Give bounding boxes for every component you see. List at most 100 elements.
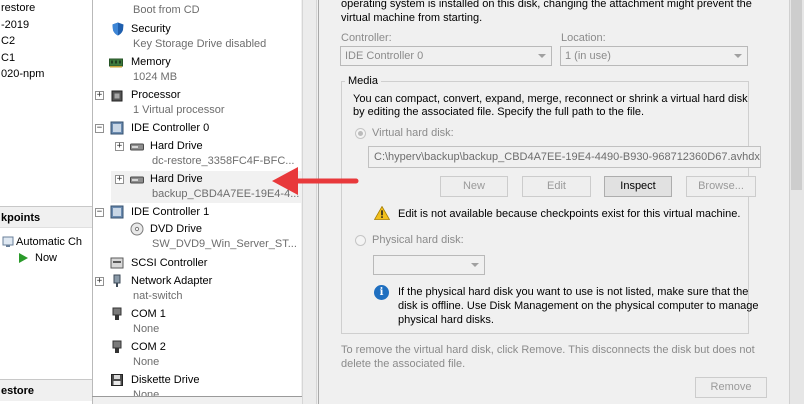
hard-drive-icon (130, 143, 144, 151)
vm-list-item[interactable]: C1 (0, 50, 92, 67)
restore-header: estore (0, 379, 92, 401)
virtual-hard-disk-path[interactable]: C:\hyperv\backup\backup_CBD4A7EE-19E4-44… (368, 146, 761, 168)
hw-item-title: SCSI Controller (131, 257, 208, 269)
hw-item-scsi-controller[interactable]: SCSI Controller (93, 256, 301, 272)
hw-item-diskette-drive[interactable]: Diskette Drive None (93, 373, 301, 396)
hw-item-title: IDE Controller 1 (131, 206, 210, 218)
hw-item-title: COM 1 (131, 308, 166, 320)
hw-item-title: Hard Drive (150, 140, 203, 152)
hw-item-title: Network Adapter (131, 275, 213, 287)
com-port-icon (112, 340, 122, 353)
details-panel: operating system is installed on this di… (318, 0, 790, 404)
physical-info-1: If the physical hard disk you want to us… (398, 286, 749, 298)
intro-text-2: virtual machine from starting. (341, 12, 483, 24)
hw-item-sub: Key Storage Drive disabled (133, 38, 267, 50)
browse-button[interactable]: Browse... (686, 176, 756, 197)
physical-hard-disk-label: Physical hard disk: (372, 234, 464, 246)
expand-icon[interactable]: + (95, 277, 104, 286)
expand-icon[interactable]: + (95, 91, 104, 100)
hw-item-com-1[interactable]: COM 1 None (93, 307, 301, 339)
location-select[interactable]: 1 (in use) (560, 46, 748, 66)
edit-button[interactable]: Edit (522, 176, 591, 197)
chevron-down-icon (471, 263, 479, 267)
hw-item-sub: backup_CBD4A7EE-19E4-4... (152, 188, 300, 200)
hw-item-title: IDE Controller 0 (131, 122, 210, 134)
expand-icon[interactable]: + (115, 175, 124, 184)
hw-item-ide-controller-0[interactable]: − IDE Controller 0 (93, 121, 301, 137)
hw-item-network-adapter[interactable]: + Network Adapter nat-switch (93, 274, 301, 306)
hw-item-sub: None (133, 323, 160, 335)
virtual-hard-disk-path-value: C:\hyperv\backup\backup_CBD4A7EE-19E4-44… (374, 151, 760, 163)
details-scrollbar-thumb[interactable] (791, 0, 802, 190)
dvd-icon (130, 222, 144, 236)
remove-description-1: To remove the virtual hard disk, click R… (341, 344, 755, 356)
media-description-2: by editing the associated file. Specify … (353, 106, 645, 118)
hw-item-com-2[interactable]: COM 2 None (93, 340, 301, 372)
controller-select-value: IDE Controller 0 (345, 50, 424, 62)
hw-item-sub: 1 Virtual processor (133, 104, 225, 116)
hw-item-sub: Boot from CD (133, 4, 200, 16)
hw-item-title: Processor (131, 89, 181, 101)
hw-item-dvd-drive[interactable]: DVD Drive SW_DVD9_Win_Server_ST... (93, 222, 301, 254)
vm-list-item[interactable]: -2019 (0, 17, 92, 34)
virtual-hard-disk-label: Virtual hard disk: (372, 127, 454, 139)
hw-item-boot[interactable]: Boot from CD (93, 0, 301, 20)
hw-item-hard-drive-1[interactable]: + Hard Drive dc-restore_3358FC4F-BFC... (93, 139, 301, 171)
hw-item-sub: None (133, 389, 160, 396)
controller-icon (110, 205, 124, 219)
location-select-value: 1 (in use) (565, 50, 611, 62)
hw-item-sub: None (133, 356, 160, 368)
hw-item-title: Memory (131, 56, 171, 68)
vm-list-item[interactable]: C2 (0, 33, 92, 50)
checkpoint-now-item[interactable]: Now (0, 250, 92, 266)
physical-info-2: disk is offline. Use Disk Management on … (398, 300, 759, 312)
remove-button[interactable]: Remove (695, 377, 767, 398)
controller-label: Controller: (341, 32, 392, 44)
vm-list-item[interactable]: 020-npm (0, 66, 92, 83)
diskette-icon (111, 374, 123, 386)
inspect-button[interactable]: Inspect (604, 176, 672, 197)
chevron-down-icon (538, 54, 546, 58)
com-port-icon (112, 307, 122, 320)
vm-list-panel: restore -2019 C2 C1 020-npm kpoints Auto… (0, 0, 93, 404)
hw-item-title: COM 2 (131, 341, 166, 353)
hw-item-title: Hard Drive (150, 173, 203, 185)
media-description-1: You can compact, convert, expand, merge,… (353, 93, 748, 105)
hw-item-sub: dc-restore_3358FC4F-BFC... (152, 155, 295, 167)
network-adapter-icon (113, 274, 121, 287)
collapse-icon[interactable]: − (95, 208, 104, 217)
hw-item-hard-drive-2[interactable]: + Hard Drive backup_CBD4A7EE-19E4-4... (111, 171, 301, 203)
checkpoint-item[interactable]: Automatic Ch (0, 234, 92, 250)
remove-description-2: delete the associated file. (341, 358, 466, 370)
hw-item-title: DVD Drive (150, 223, 202, 235)
hw-item-security[interactable]: Security Key Storage Drive disabled (93, 22, 301, 54)
checkpoints-tree: Automatic Ch Now (0, 234, 92, 266)
vm-list-item[interactable]: restore (0, 0, 92, 17)
hw-item-title: Diskette Drive (131, 374, 200, 386)
hw-item-ide-controller-1[interactable]: − IDE Controller 1 (93, 205, 301, 221)
hw-item-memory[interactable]: Memory 1024 MB (93, 55, 301, 87)
location-label: Location: (561, 32, 606, 44)
checkpoint-now-label: Now (35, 252, 58, 264)
physical-hard-disk-select[interactable] (373, 255, 485, 275)
hard-drive-icon (130, 176, 144, 184)
warning-icon (374, 206, 390, 220)
play-icon (19, 253, 28, 263)
expand-icon[interactable]: + (115, 142, 124, 151)
hw-item-sub: 1024 MB (133, 71, 178, 83)
scsi-icon (110, 257, 124, 269)
controller-select[interactable]: IDE Controller 0 (340, 46, 552, 66)
hw-item-title: Security (131, 23, 171, 35)
checkpoint-label: Automatic Ch (16, 236, 83, 248)
controller-icon (110, 121, 124, 135)
hardware-tree: Boot from CD Security Key Storage Drive … (93, 0, 301, 396)
hw-item-processor[interactable]: + Processor 1 Virtual processor (93, 88, 301, 120)
processor-icon (111, 90, 123, 102)
virtual-hard-disk-radio[interactable] (355, 128, 366, 139)
hardware-scrollbar[interactable] (302, 0, 317, 404)
collapse-icon[interactable]: − (95, 124, 104, 133)
media-group-label: Media (345, 74, 381, 88)
new-button[interactable]: New (440, 176, 508, 197)
checkpoints-header: kpoints (0, 206, 92, 228)
physical-hard-disk-radio[interactable] (355, 235, 366, 246)
